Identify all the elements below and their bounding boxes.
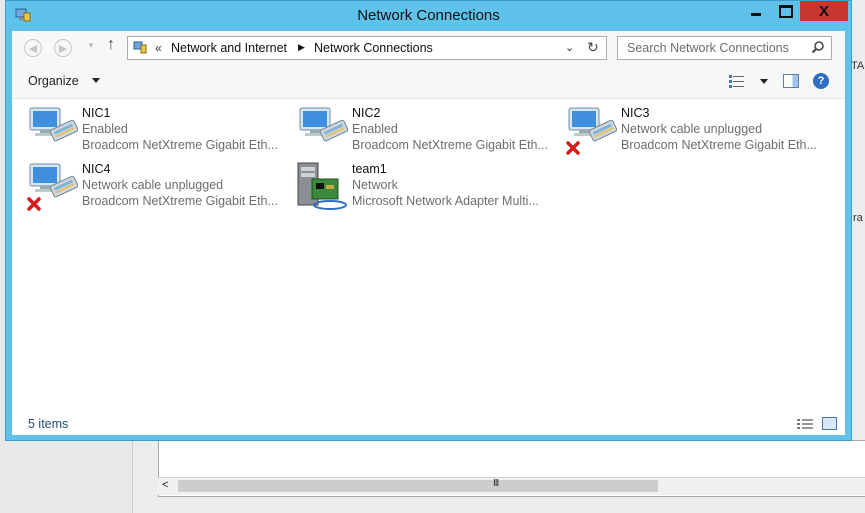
large-icons-view-icon[interactable] xyxy=(822,417,837,430)
network-connections-window: Network Connections X ◀ ▶ ▼ ↑ « Network … xyxy=(5,0,852,441)
close-icon: X xyxy=(818,2,829,20)
connection-item-nic2[interactable]: NIC2 Enabled Broadcom NetXtreme Gigabit Et… xyxy=(296,105,558,157)
network-adapter-icon xyxy=(26,105,79,155)
search-icon[interactable] xyxy=(811,40,825,54)
connection-item-text: NIC4 Network cable unplugged Broadcom NetX… xyxy=(82,161,288,209)
scroll-thumb[interactable] xyxy=(178,480,658,492)
connection-item-nic4[interactable]: NIC4 Network cable unplugged Broadcom NetX… xyxy=(26,161,288,213)
change-view-icon[interactable] xyxy=(729,74,745,88)
back-button[interactable]: ◀ xyxy=(24,39,42,57)
connections-list: NIC1 Enabled Broadcom NetXtreme Gigabit Et… xyxy=(12,99,845,409)
address-dropdown-icon[interactable]: ⌄ xyxy=(565,41,574,54)
connection-name: NIC3 xyxy=(621,106,650,120)
item-count: 5 items xyxy=(28,417,69,431)
connection-device: Broadcom NetXtreme Gigabit Eth... xyxy=(621,138,817,152)
window-title: Network Connections xyxy=(357,7,500,24)
command-bar: Organize ? xyxy=(12,65,845,99)
breadcrumb-network-and-internet[interactable]: Network and Internet xyxy=(171,41,287,55)
search-placeholder: Search Network Connections xyxy=(627,41,789,55)
refresh-icon[interactable]: ↻ xyxy=(587,39,599,56)
connection-name: team1 xyxy=(352,162,387,176)
address-bar[interactable]: « Network and Internet ▶ Network Connect… xyxy=(127,36,607,60)
connection-device: Broadcom NetXtreme Gigabit Eth... xyxy=(82,194,278,208)
preview-pane-icon[interactable] xyxy=(783,74,799,88)
connection-item-text: NIC3 Network cable unplugged Broadcom NetX… xyxy=(621,105,827,153)
connection-device: Broadcom NetXtreme Gigabit Eth... xyxy=(352,138,548,152)
connection-status: Enabled xyxy=(82,122,128,136)
connection-status: Enabled xyxy=(352,122,398,136)
network-connections-icon xyxy=(133,41,147,54)
breadcrumb-network-connections[interactable]: Network Connections xyxy=(314,41,433,55)
organize-menu[interactable]: Organize xyxy=(28,74,79,88)
connection-item-text: team1 Network Microsoft Network Adapter Mu… xyxy=(352,161,558,209)
status-bar: 5 items xyxy=(12,411,845,435)
breadcrumb-separator-icon[interactable]: ▶ xyxy=(298,42,305,53)
minimize-icon xyxy=(750,12,761,16)
connection-item-nic1[interactable]: NIC1 Enabled Broadcom NetXtreme Gigabit Et… xyxy=(26,105,288,157)
network-adapter-disconnected-icon xyxy=(26,161,79,211)
up-button[interactable]: ↑ xyxy=(107,36,115,54)
details-view-icon[interactable] xyxy=(797,418,813,430)
connection-device: Microsoft Network Adapter Multi... xyxy=(352,194,539,208)
connection-status: Network cable unplugged xyxy=(82,178,224,192)
close-button[interactable]: X xyxy=(800,1,848,21)
connection-name: NIC1 xyxy=(82,106,111,120)
help-icon[interactable]: ? xyxy=(813,73,829,89)
connection-item-team1[interactable]: team1 Network Microsoft Network Adapter Mu… xyxy=(296,161,558,213)
recent-locations-button[interactable]: ▼ xyxy=(87,41,95,50)
background-edge-text: ra xyxy=(853,212,863,224)
forward-button[interactable]: ▶ xyxy=(54,39,72,57)
connection-item-text: NIC2 Enabled Broadcom NetXtreme Gigabit Et… xyxy=(352,105,558,153)
navigation-bar: ◀ ▶ ▼ ↑ « Network and Internet ▶ Network… xyxy=(12,31,845,65)
scroll-grip: III xyxy=(493,478,499,489)
view-options-dropdown-icon[interactable] xyxy=(760,79,768,84)
title-bar[interactable]: Network Connections X xyxy=(6,1,851,31)
connection-name: NIC2 xyxy=(352,106,381,120)
network-adapter-disconnected-icon xyxy=(565,105,618,155)
maximize-button[interactable] xyxy=(772,1,800,21)
connection-name: NIC4 xyxy=(82,162,111,176)
scroll-left-button[interactable]: < xyxy=(162,479,168,491)
explorer-content: ◀ ▶ ▼ ↑ « Network and Internet ▶ Network… xyxy=(12,31,845,435)
network-adapter-icon xyxy=(296,105,349,155)
address-overflow-chevron[interactable]: « xyxy=(155,41,162,55)
team-adapter-icon xyxy=(296,161,348,211)
search-input[interactable]: Search Network Connections xyxy=(617,36,832,60)
background-edge-text: TA xyxy=(851,60,865,72)
organize-dropdown-icon[interactable] xyxy=(92,78,100,83)
connection-status: Network cable unplugged xyxy=(621,122,763,136)
connection-status: Network xyxy=(352,178,398,192)
connection-item-nic3[interactable]: NIC3 Network cable unplugged Broadcom NetX… xyxy=(565,105,827,157)
horizontal-scrollbar[interactable]: < III xyxy=(158,477,865,495)
connection-device: Broadcom NetXtreme Gigabit Eth... xyxy=(82,138,278,152)
connection-item-text: NIC1 Enabled Broadcom NetXtreme Gigabit Et… xyxy=(82,105,288,153)
minimize-button[interactable] xyxy=(739,1,772,21)
maximize-icon xyxy=(779,4,793,18)
